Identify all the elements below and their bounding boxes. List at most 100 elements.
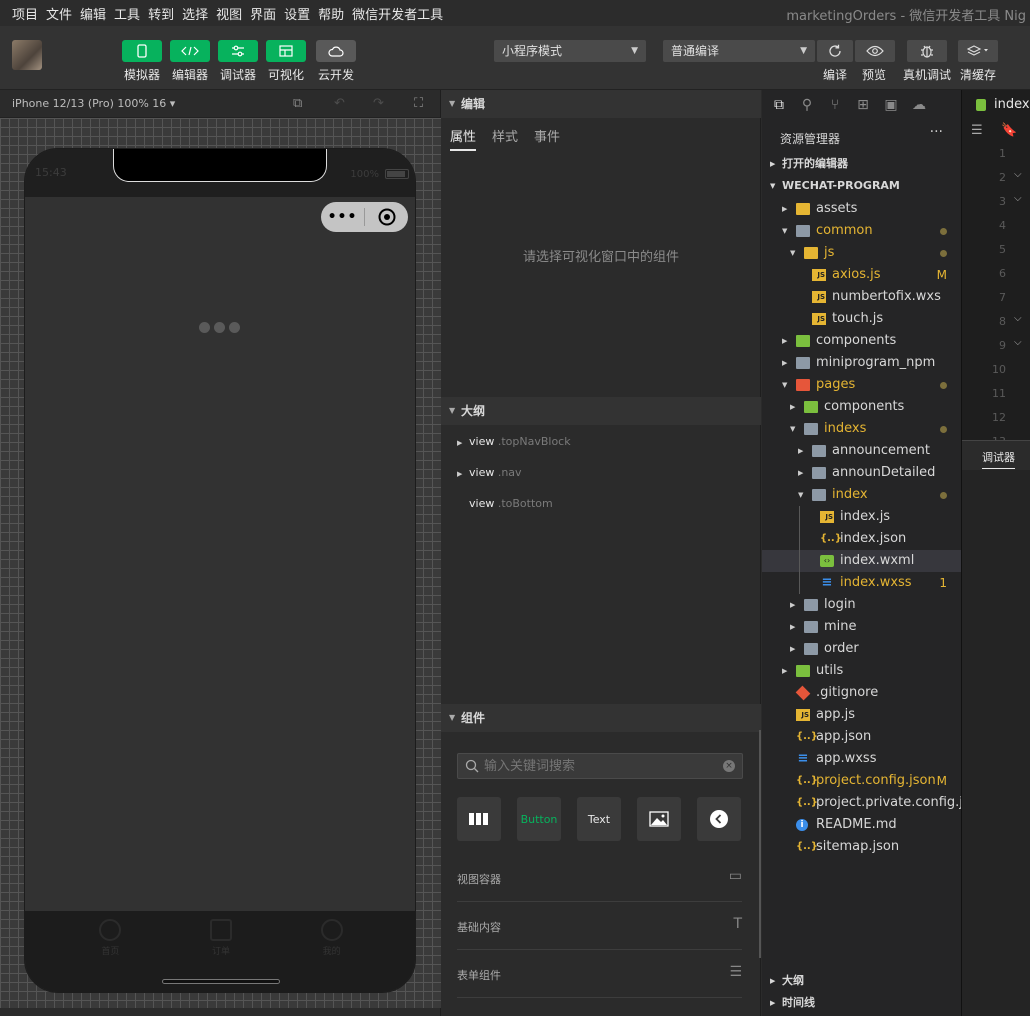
folder-row[interactable]: ▶ login xyxy=(762,594,961,616)
component-search[interactable]: × xyxy=(457,753,743,779)
folder-row[interactable]: ▼ index xyxy=(762,484,961,506)
simulator-toggle-button[interactable]: 模拟器 xyxy=(121,40,163,83)
view-component-tile[interactable] xyxy=(457,797,501,841)
edit-section-header[interactable]: ▼ 编辑 xyxy=(441,90,761,118)
folder-row[interactable]: ▶ components xyxy=(762,330,961,352)
tab-mine[interactable]: 我的 xyxy=(302,919,362,992)
folder-row[interactable]: ▶ announcement xyxy=(762,440,961,462)
outline-item[interactable]: view .toBottom xyxy=(457,497,553,510)
file-row[interactable]: JS index.js xyxy=(762,506,961,528)
mode-select[interactable]: 小程序模式 ▼ xyxy=(494,40,646,62)
file-row[interactable]: {..} index.json xyxy=(762,528,961,550)
more-menu-icon[interactable]: ••• xyxy=(321,209,364,225)
timeline-section[interactable]: ▶ 时间线 xyxy=(762,992,961,1014)
expand-arrow-icon[interactable]: ▶ xyxy=(782,352,787,374)
undo-icon[interactable]: ↶ xyxy=(334,96,345,111)
folder-row[interactable]: ▶ mine xyxy=(762,616,961,638)
more-actions-icon[interactable]: ··· xyxy=(930,124,943,140)
expand-arrow-icon[interactable]: ▶ xyxy=(798,440,803,462)
bookmark-icon[interactable]: 🔖 xyxy=(1001,123,1017,138)
category-basic-content[interactable]: 基础内容 T xyxy=(457,902,742,950)
remote-debug-button[interactable] xyxy=(907,40,947,62)
folder-row[interactable]: ▶ miniprogram_npm xyxy=(762,352,961,374)
file-row[interactable]: {..} sitemap.json xyxy=(762,836,961,858)
expand-arrow-icon[interactable]: ▶ xyxy=(790,616,795,638)
expand-arrow-icon[interactable]: ▶ xyxy=(790,594,795,616)
search-icon[interactable]: ⚲ xyxy=(798,96,816,114)
fold-arrow-icon[interactable]: ⌵ xyxy=(1014,193,1022,204)
clear-search-icon[interactable]: × xyxy=(723,760,735,772)
files-icon[interactable]: ⧉ xyxy=(770,96,788,114)
menu-goto[interactable]: 转到 xyxy=(144,4,178,23)
text-component-tile[interactable]: Text xyxy=(577,797,621,841)
tab-attributes[interactable]: 属性 xyxy=(450,126,477,151)
outline-item[interactable]: ▶ view .nav xyxy=(457,466,522,479)
redo-icon[interactable]: ↷ xyxy=(373,96,384,111)
menu-help[interactable]: 帮助 xyxy=(314,4,348,23)
outline-section[interactable]: ▶ 大纲 xyxy=(762,970,961,992)
fold-arrow-icon[interactable]: ⌵ xyxy=(1014,169,1022,180)
tab-styles[interactable]: 样式 xyxy=(492,126,518,151)
file-row[interactable]: JS app.js xyxy=(762,704,961,726)
file-row[interactable]: ‹› index.wxml xyxy=(762,550,961,572)
fit-screen-icon[interactable]: ⛶ xyxy=(414,96,423,111)
file-row[interactable]: {..} project.config.json M xyxy=(762,770,961,792)
expand-arrow-icon[interactable]: ▶ xyxy=(457,439,469,447)
list-icon[interactable]: ☰ xyxy=(971,123,983,138)
file-row[interactable]: ≡ index.wxss 1 xyxy=(762,572,961,594)
expand-arrow-icon[interactable]: ▶ xyxy=(782,198,787,220)
avatar[interactable] xyxy=(12,40,42,70)
folder-row[interactable]: ▼ js xyxy=(762,242,961,264)
collapse-arrow-icon[interactable]: ▼ xyxy=(782,374,787,396)
project-section[interactable]: ▼ WECHAT-PROGRAM xyxy=(762,175,961,197)
cloud-icon[interactable]: ☁ xyxy=(910,96,928,114)
device-select[interactable]: iPhone 12/13 (Pro) 100% 16 ▾ xyxy=(12,97,175,110)
extensions-icon[interactable]: ⊞ xyxy=(854,96,872,114)
compile-select[interactable]: 普通编译 ▼ xyxy=(663,40,815,62)
collapse-arrow-icon[interactable]: ▼ xyxy=(782,220,787,242)
menu-edit[interactable]: 编辑 xyxy=(76,4,110,23)
folder-row[interactable]: ▶ announDetailed xyxy=(762,462,961,484)
tab-home[interactable]: 首页 xyxy=(80,919,140,992)
component-search-input[interactable] xyxy=(458,754,742,778)
expand-arrow-icon[interactable]: ▶ xyxy=(790,638,795,660)
category-form[interactable]: 表单组件 ☰ xyxy=(457,950,742,998)
scrollbar[interactable] xyxy=(759,730,761,958)
cloud-dev-button[interactable]: 云开发 xyxy=(315,40,357,83)
folder-row[interactable]: ▼ common xyxy=(762,220,961,242)
expand-arrow-icon[interactable]: ▶ xyxy=(782,330,787,352)
collapse-arrow-icon[interactable]: ▼ xyxy=(790,418,795,440)
file-row[interactable]: JS axios.js M xyxy=(762,264,961,286)
file-row[interactable]: JS touch.js xyxy=(762,308,961,330)
file-row[interactable]: .gitignore xyxy=(762,682,961,704)
file-row[interactable]: i README.md xyxy=(762,814,961,836)
file-row[interactable]: ≡ app.wxss xyxy=(762,748,961,770)
debugger-toggle-button[interactable]: 调试器 xyxy=(217,40,259,83)
file-row[interactable]: JS numbertofix.wxs xyxy=(762,286,961,308)
expand-arrow-icon[interactable]: ▶ xyxy=(782,660,787,682)
debugger-tab[interactable]: 调试器 xyxy=(962,440,1030,470)
editor-toggle-button[interactable]: 编辑器 xyxy=(169,40,211,83)
outline-item[interactable]: ▶ view .topNavBlock xyxy=(457,435,571,448)
menu-file[interactable]: 文件 xyxy=(42,4,76,23)
expand-arrow-icon[interactable]: ▶ xyxy=(798,462,803,484)
menu-settings[interactable]: 设置 xyxy=(280,4,314,23)
folder-row[interactable]: ▼ pages xyxy=(762,374,961,396)
menu-project[interactable]: 项目 xyxy=(0,4,42,23)
category-view-container[interactable]: 视图容器 ▭ xyxy=(457,854,742,902)
menu-view[interactable]: 视图 xyxy=(212,4,246,23)
navigator-component-tile[interactable] xyxy=(697,797,741,841)
folder-row[interactable]: ▶ order xyxy=(762,638,961,660)
outline-section-header[interactable]: ▼ 大纲 xyxy=(441,397,761,425)
menu-wechat-devtools[interactable]: 微信开发者工具 xyxy=(348,4,447,23)
mini-program-capsule[interactable]: ••• xyxy=(321,202,408,232)
visual-toggle-button[interactable]: 可视化 xyxy=(265,40,307,83)
compile-button[interactable] xyxy=(817,40,853,62)
menu-interface[interactable]: 界面 xyxy=(246,4,280,23)
folder-row[interactable]: ▼ indexs xyxy=(762,418,961,440)
image-component-tile[interactable] xyxy=(637,797,681,841)
save-icon[interactable]: ▣ xyxy=(882,96,900,114)
source-control-icon[interactable]: ⑂ xyxy=(826,96,844,114)
menu-tools[interactable]: 工具 xyxy=(110,4,144,23)
expand-arrow-icon[interactable]: ▶ xyxy=(790,396,795,418)
